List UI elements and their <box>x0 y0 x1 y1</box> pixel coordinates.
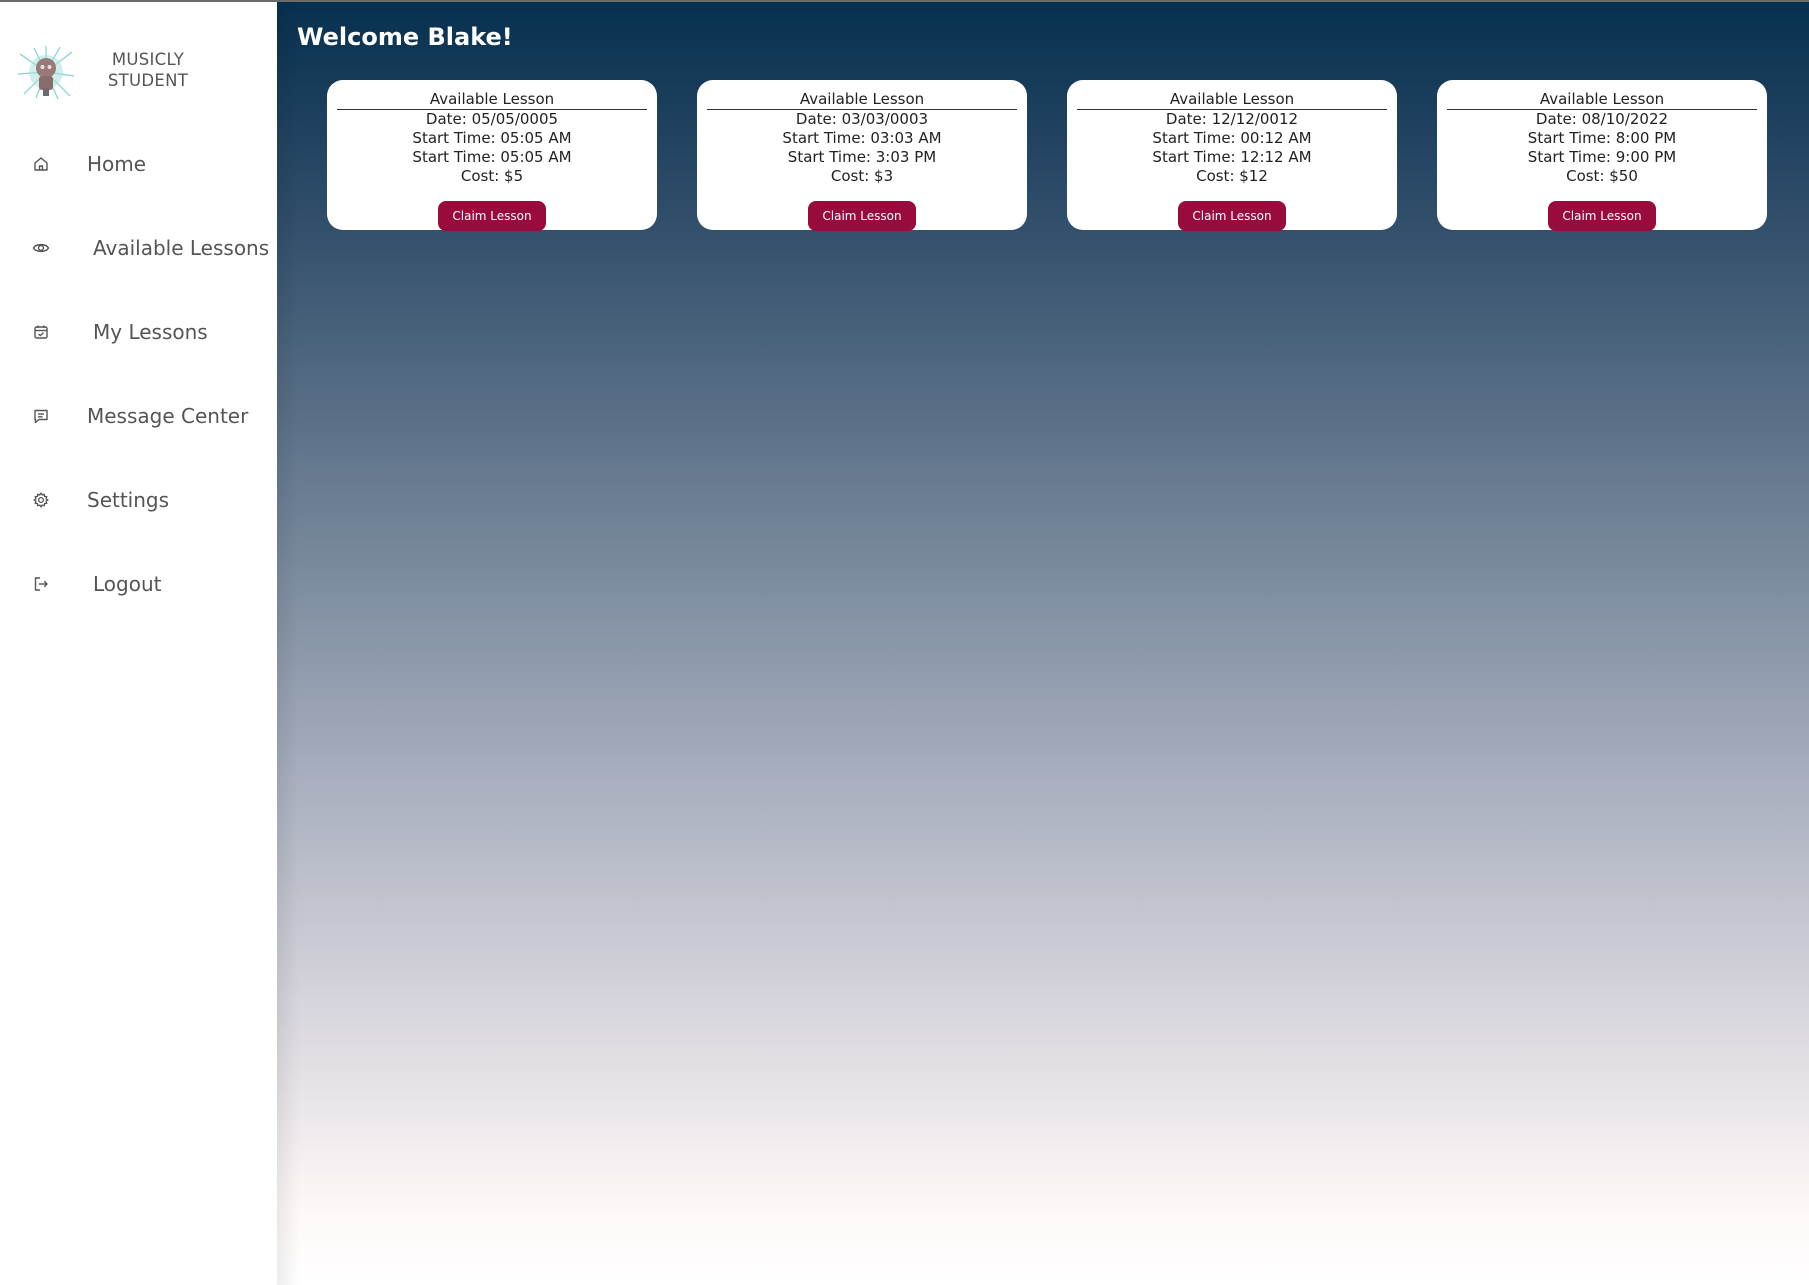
calendar-check-icon <box>32 323 50 341</box>
sidebar: MUSICLY STUDENT Home Available Lessons M… <box>0 2 277 1285</box>
lesson-start-time: Start Time: 8:00 PM <box>1527 129 1677 147</box>
sidebar-item-label: Message Center <box>87 404 249 428</box>
lesson-start-time: Start Time: 03:03 AM <box>782 129 942 147</box>
lesson-start-time: Start Time: 00:12 AM <box>1152 129 1312 147</box>
brand-name: MUSICLY STUDENT <box>88 49 208 91</box>
lesson-start-time: Start Time: 05:05 AM <box>412 129 572 147</box>
sidebar-item-label: Logout <box>93 572 162 596</box>
lesson-card: Available Lesson Date: 03/03/0003 Start … <box>697 80 1027 231</box>
lesson-card-title: Available Lesson <box>707 90 1017 110</box>
claim-lesson-button[interactable]: Claim Lesson <box>1178 201 1286 231</box>
lesson-date: Date: 03/03/0003 <box>795 110 929 128</box>
sidebar-item-label: Home <box>87 152 147 176</box>
lesson-date: Date: 12/12/0012 <box>1165 110 1299 128</box>
sidebar-item-label: Settings <box>87 488 170 512</box>
brand[interactable]: MUSICLY STUDENT <box>14 44 274 104</box>
lesson-cost: Cost: $12 <box>1196 167 1268 185</box>
page-title: Welcome Blake! <box>297 23 513 51</box>
robot-avatar-logo-icon <box>16 44 76 100</box>
lesson-start-time: Start Time: 3:03 PM <box>787 148 937 166</box>
lesson-cost: Cost: $3 <box>830 167 894 185</box>
sidebar-item-settings[interactable]: Settings <box>0 470 277 530</box>
logout-icon <box>32 575 50 593</box>
app-window: MUSICLY STUDENT Home Available Lessons M… <box>0 0 1809 1285</box>
lesson-date: Date: 08/10/2022 <box>1535 110 1669 128</box>
claim-lesson-button[interactable]: Claim Lesson <box>438 201 546 231</box>
sidebar-item-home[interactable]: Home <box>0 134 277 194</box>
sidebar-item-message-center[interactable]: Message Center <box>0 386 277 446</box>
lesson-date: Date: 05/05/0005 <box>425 110 559 128</box>
lesson-start-time: Start Time: 05:05 AM <box>412 148 572 166</box>
lesson-start-time: Start Time: 9:00 PM <box>1527 148 1677 166</box>
lesson-card: Available Lesson Date: 12/12/0012 Start … <box>1067 80 1397 231</box>
sidebar-item-label: My Lessons <box>93 320 208 344</box>
eye-icon <box>32 239 50 257</box>
home-icon <box>32 155 50 173</box>
lesson-cost: Cost: $50 <box>1566 167 1638 185</box>
lesson-card-title: Available Lesson <box>1077 90 1387 110</box>
brand-name-line1: MUSICLY <box>111 50 185 69</box>
sidebar-item-label: Available Lessons <box>93 236 270 260</box>
lesson-card: Available Lesson Date: 08/10/2022 Start … <box>1437 80 1767 231</box>
sidebar-item-logout[interactable]: Logout <box>0 554 277 614</box>
claim-lesson-button[interactable]: Claim Lesson <box>1548 201 1656 231</box>
sidebar-item-my-lessons[interactable]: My Lessons <box>0 302 277 362</box>
message-icon <box>32 407 50 425</box>
lesson-card-title: Available Lesson <box>337 90 647 110</box>
brand-name-line2: STUDENT <box>107 71 189 90</box>
lesson-cost: Cost: $5 <box>460 167 524 185</box>
claim-lesson-button[interactable]: Claim Lesson <box>808 201 916 231</box>
gear-icon <box>32 491 50 509</box>
lesson-card-title: Available Lesson <box>1447 90 1757 110</box>
lesson-start-time: Start Time: 12:12 AM <box>1152 148 1312 166</box>
lesson-card: Available Lesson Date: 05/05/0005 Start … <box>327 80 657 231</box>
main-content: Welcome Blake! Available Lesson Date: 05… <box>277 2 1809 1285</box>
sidebar-item-available-lessons[interactable]: Available Lessons <box>0 218 277 278</box>
